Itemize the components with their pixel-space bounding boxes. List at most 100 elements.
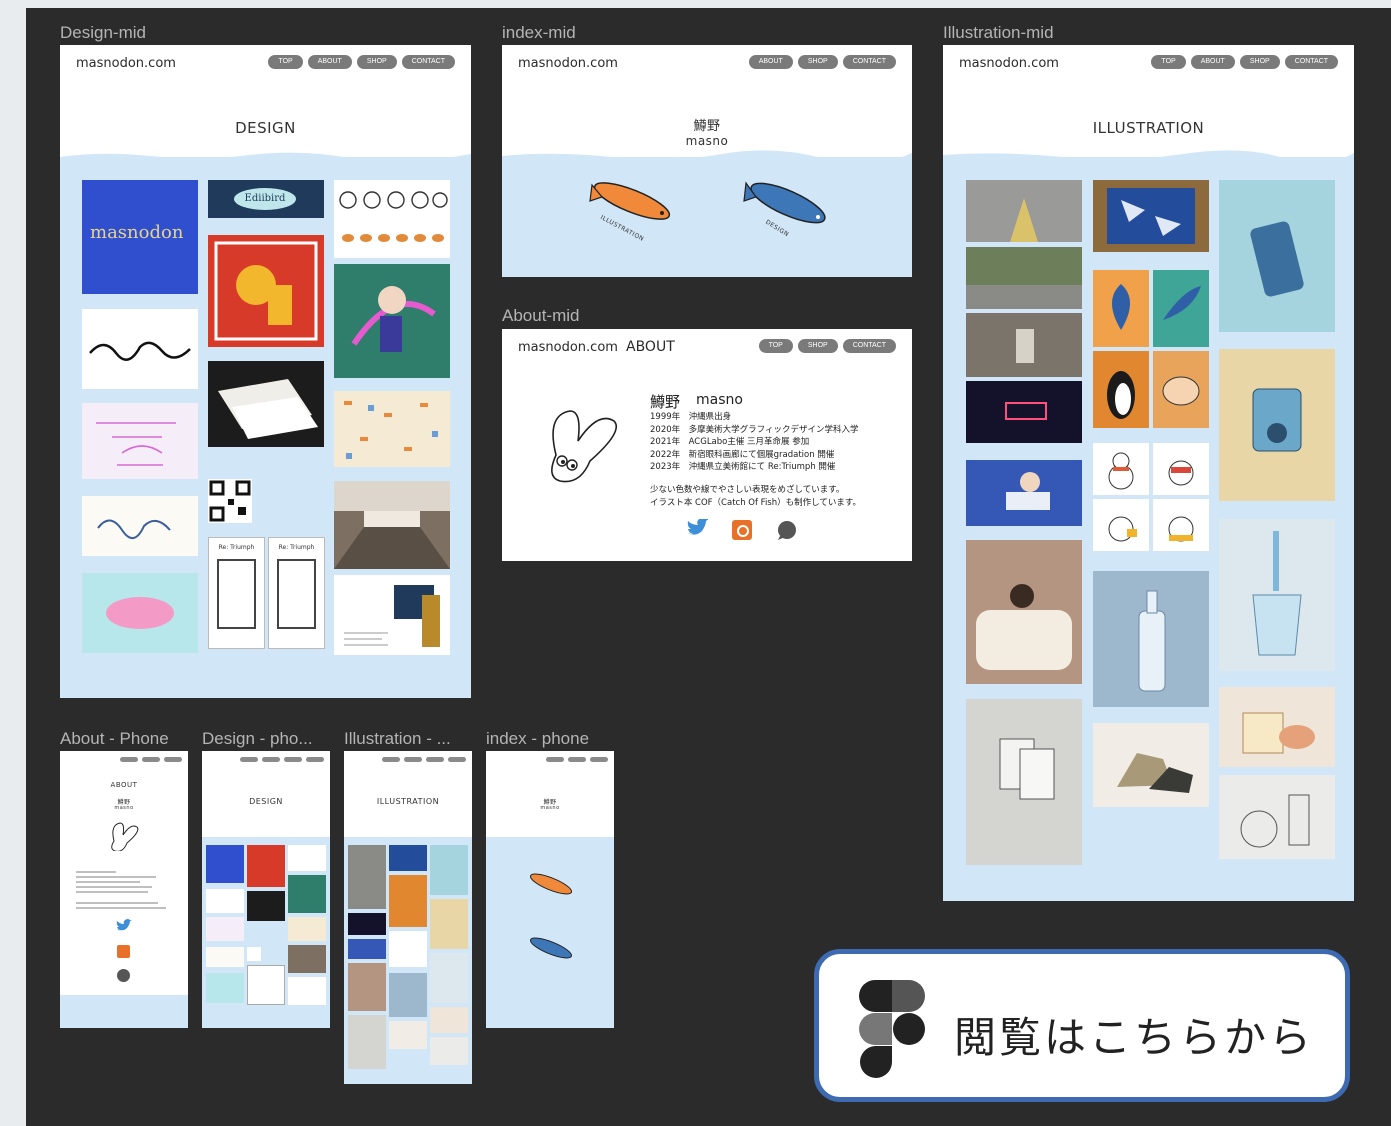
thumb-rocks[interactable] — [1093, 723, 1209, 807]
nav-contact[interactable]: CONTACT — [1284, 55, 1338, 69]
mini-nav-pill[interactable] — [120, 757, 138, 762]
mini-thumb[interactable] — [430, 1037, 468, 1065]
thumb-bottle[interactable] — [1093, 571, 1209, 707]
mini-nav-pill[interactable] — [448, 757, 466, 762]
thumb-tile-penguin[interactable] — [1093, 351, 1149, 428]
speech-bubble-icon[interactable] — [776, 520, 798, 540]
frame-about-mid[interactable]: masnodon.com ABOUT TOP SHOP CONTACT 鱒野 m… — [502, 329, 912, 561]
thumb-qr-code[interactable] — [208, 479, 252, 523]
nav-about[interactable]: ABOUT — [748, 55, 793, 69]
nav-shop[interactable]: SHOP — [797, 339, 838, 353]
site-logo[interactable]: masnodon.com — [518, 340, 618, 355]
thumb-tiger-poster[interactable] — [208, 235, 324, 347]
view-figma-button[interactable]: 閲覧はこちらから — [814, 949, 1350, 1102]
thumb-snowman-1[interactable] — [1093, 443, 1149, 495]
orange-fish-illustration-link[interactable] — [526, 869, 576, 899]
thumb-still-life-pencil[interactable] — [1219, 775, 1335, 859]
frame-about-phone[interactable]: ABOUT 鱒野 masno — [60, 751, 188, 1028]
thumb-still-life-watercolor[interactable] — [1219, 687, 1335, 767]
speech-bubble-icon[interactable] — [117, 969, 130, 982]
mini-thumb[interactable] — [247, 965, 285, 1005]
thumb-calligraphy-1[interactable] — [82, 309, 198, 389]
thumb-emotes[interactable] — [334, 180, 450, 258]
twitter-icon[interactable] — [686, 519, 708, 539]
mini-thumb[interactable] — [348, 1015, 386, 1069]
nav-top[interactable]: TOP — [268, 55, 303, 69]
mini-nav-pill[interactable] — [590, 757, 608, 762]
nav-shop[interactable]: SHOP — [1239, 55, 1280, 69]
thumb-snowman-3[interactable] — [1093, 499, 1149, 551]
mini-thumb[interactable] — [288, 977, 326, 1005]
nav-shop[interactable]: SHOP — [797, 55, 838, 69]
thumb-illust-person-blue[interactable] — [966, 460, 1082, 526]
frame-illustration-mid[interactable]: masnodon.com TOP ABOUT SHOP CONTACT ILLU… — [943, 45, 1354, 901]
thumb-blue-box[interactable] — [1093, 180, 1209, 252]
mini-nav-pill[interactable] — [426, 757, 444, 762]
mini-thumb[interactable] — [348, 845, 386, 909]
mini-thumb[interactable] — [389, 1021, 427, 1049]
mini-nav-pill[interactable] — [284, 757, 302, 762]
mini-thumb[interactable] — [389, 845, 427, 871]
site-logo[interactable]: masnodon.com — [76, 56, 176, 71]
frame-design-phone[interactable]: DESIGN — [202, 751, 330, 1028]
thumb-tile-shark[interactable] — [1153, 270, 1209, 347]
mini-thumb[interactable] — [206, 973, 244, 1003]
mini-nav-pill[interactable] — [262, 757, 280, 762]
site-logo[interactable]: masnodon.com — [518, 56, 618, 71]
thumb-internet-type[interactable] — [82, 403, 198, 479]
mini-thumb[interactable] — [247, 845, 285, 887]
thumb-water-glass[interactable] — [1219, 519, 1335, 671]
thumb-snowman-4[interactable] — [1153, 499, 1209, 551]
frame-label-about-phone[interactable]: About - Phone — [60, 729, 190, 749]
nav-contact[interactable]: CONTACT — [401, 55, 455, 69]
mini-nav-pill[interactable] — [404, 757, 422, 762]
frame-label-design-phone[interactable]: Design - pho... — [202, 729, 332, 749]
frame-index-mid[interactable]: masnodon.com ABOUT SHOP CONTACT 鱒野 masno… — [502, 45, 912, 277]
thumb-tile-leaf[interactable] — [1093, 270, 1149, 347]
thumb-retriumph-flyer[interactable] — [334, 575, 450, 655]
thumb-kigakaru[interactable] — [82, 496, 198, 556]
nav-top[interactable]: TOP — [1151, 55, 1186, 69]
frame-label-index-mid[interactable]: index-mid — [502, 23, 576, 43]
nav-contact[interactable]: CONTACT — [842, 339, 896, 353]
thumb-photo-neon[interactable] — [966, 381, 1082, 443]
mini-thumb[interactable] — [206, 845, 244, 883]
thumb-gallery-photo[interactable] — [334, 481, 450, 569]
mini-thumb[interactable] — [288, 875, 326, 913]
twitter-icon[interactable] — [116, 919, 132, 933]
thumb-illust-bath[interactable] — [966, 540, 1082, 684]
mini-thumb[interactable] — [206, 889, 244, 913]
mini-thumb[interactable] — [348, 939, 386, 959]
mini-nav-pill[interactable] — [568, 757, 586, 762]
thumb-guide-map-2[interactable]: Re: Triumph — [268, 537, 325, 649]
instagram-icon[interactable] — [117, 945, 130, 958]
mini-thumb[interactable] — [430, 845, 468, 895]
mini-thumb[interactable] — [206, 917, 244, 941]
blue-fish-design-link[interactable] — [526, 933, 576, 963]
mini-thumb[interactable] — [206, 947, 244, 967]
thumb-masnodon-logo[interactable]: masnodon — [82, 180, 198, 294]
thumb-pattern[interactable] — [334, 391, 450, 467]
blue-fish-design-link[interactable] — [740, 175, 836, 235]
nav-about[interactable]: ABOUT — [1190, 55, 1235, 69]
thumb-cat-girl[interactable] — [334, 264, 450, 378]
mini-nav-pill[interactable] — [382, 757, 400, 762]
thumb-photo-trees[interactable] — [966, 247, 1082, 309]
frame-label-illustration-phone[interactable]: Illustration - ... — [344, 729, 472, 749]
thumb-pastel-logo[interactable] — [82, 573, 198, 653]
nav-top[interactable]: TOP — [758, 339, 793, 353]
mini-nav-pill[interactable] — [164, 757, 182, 762]
thumb-snowman-2[interactable] — [1153, 443, 1209, 495]
site-logo[interactable]: masnodon.com — [959, 56, 1059, 71]
nav-about[interactable]: ABOUT — [307, 55, 352, 69]
frame-design-mid[interactable]: masnodon.com TOP ABOUT SHOP CONTACT DESI… — [60, 45, 471, 698]
nav-contact[interactable]: CONTACT — [842, 55, 896, 69]
frame-index-phone[interactable]: 鱒野 masno — [486, 751, 614, 1028]
instagram-icon[interactable] — [732, 520, 752, 540]
mini-nav-pill[interactable] — [546, 757, 564, 762]
mini-thumb[interactable] — [348, 913, 386, 935]
thumb-tile-cat[interactable] — [1153, 351, 1209, 428]
mini-nav-pill[interactable] — [306, 757, 324, 762]
mini-thumb[interactable] — [288, 917, 326, 941]
frame-label-illustration-mid[interactable]: Illustration-mid — [943, 23, 1054, 43]
